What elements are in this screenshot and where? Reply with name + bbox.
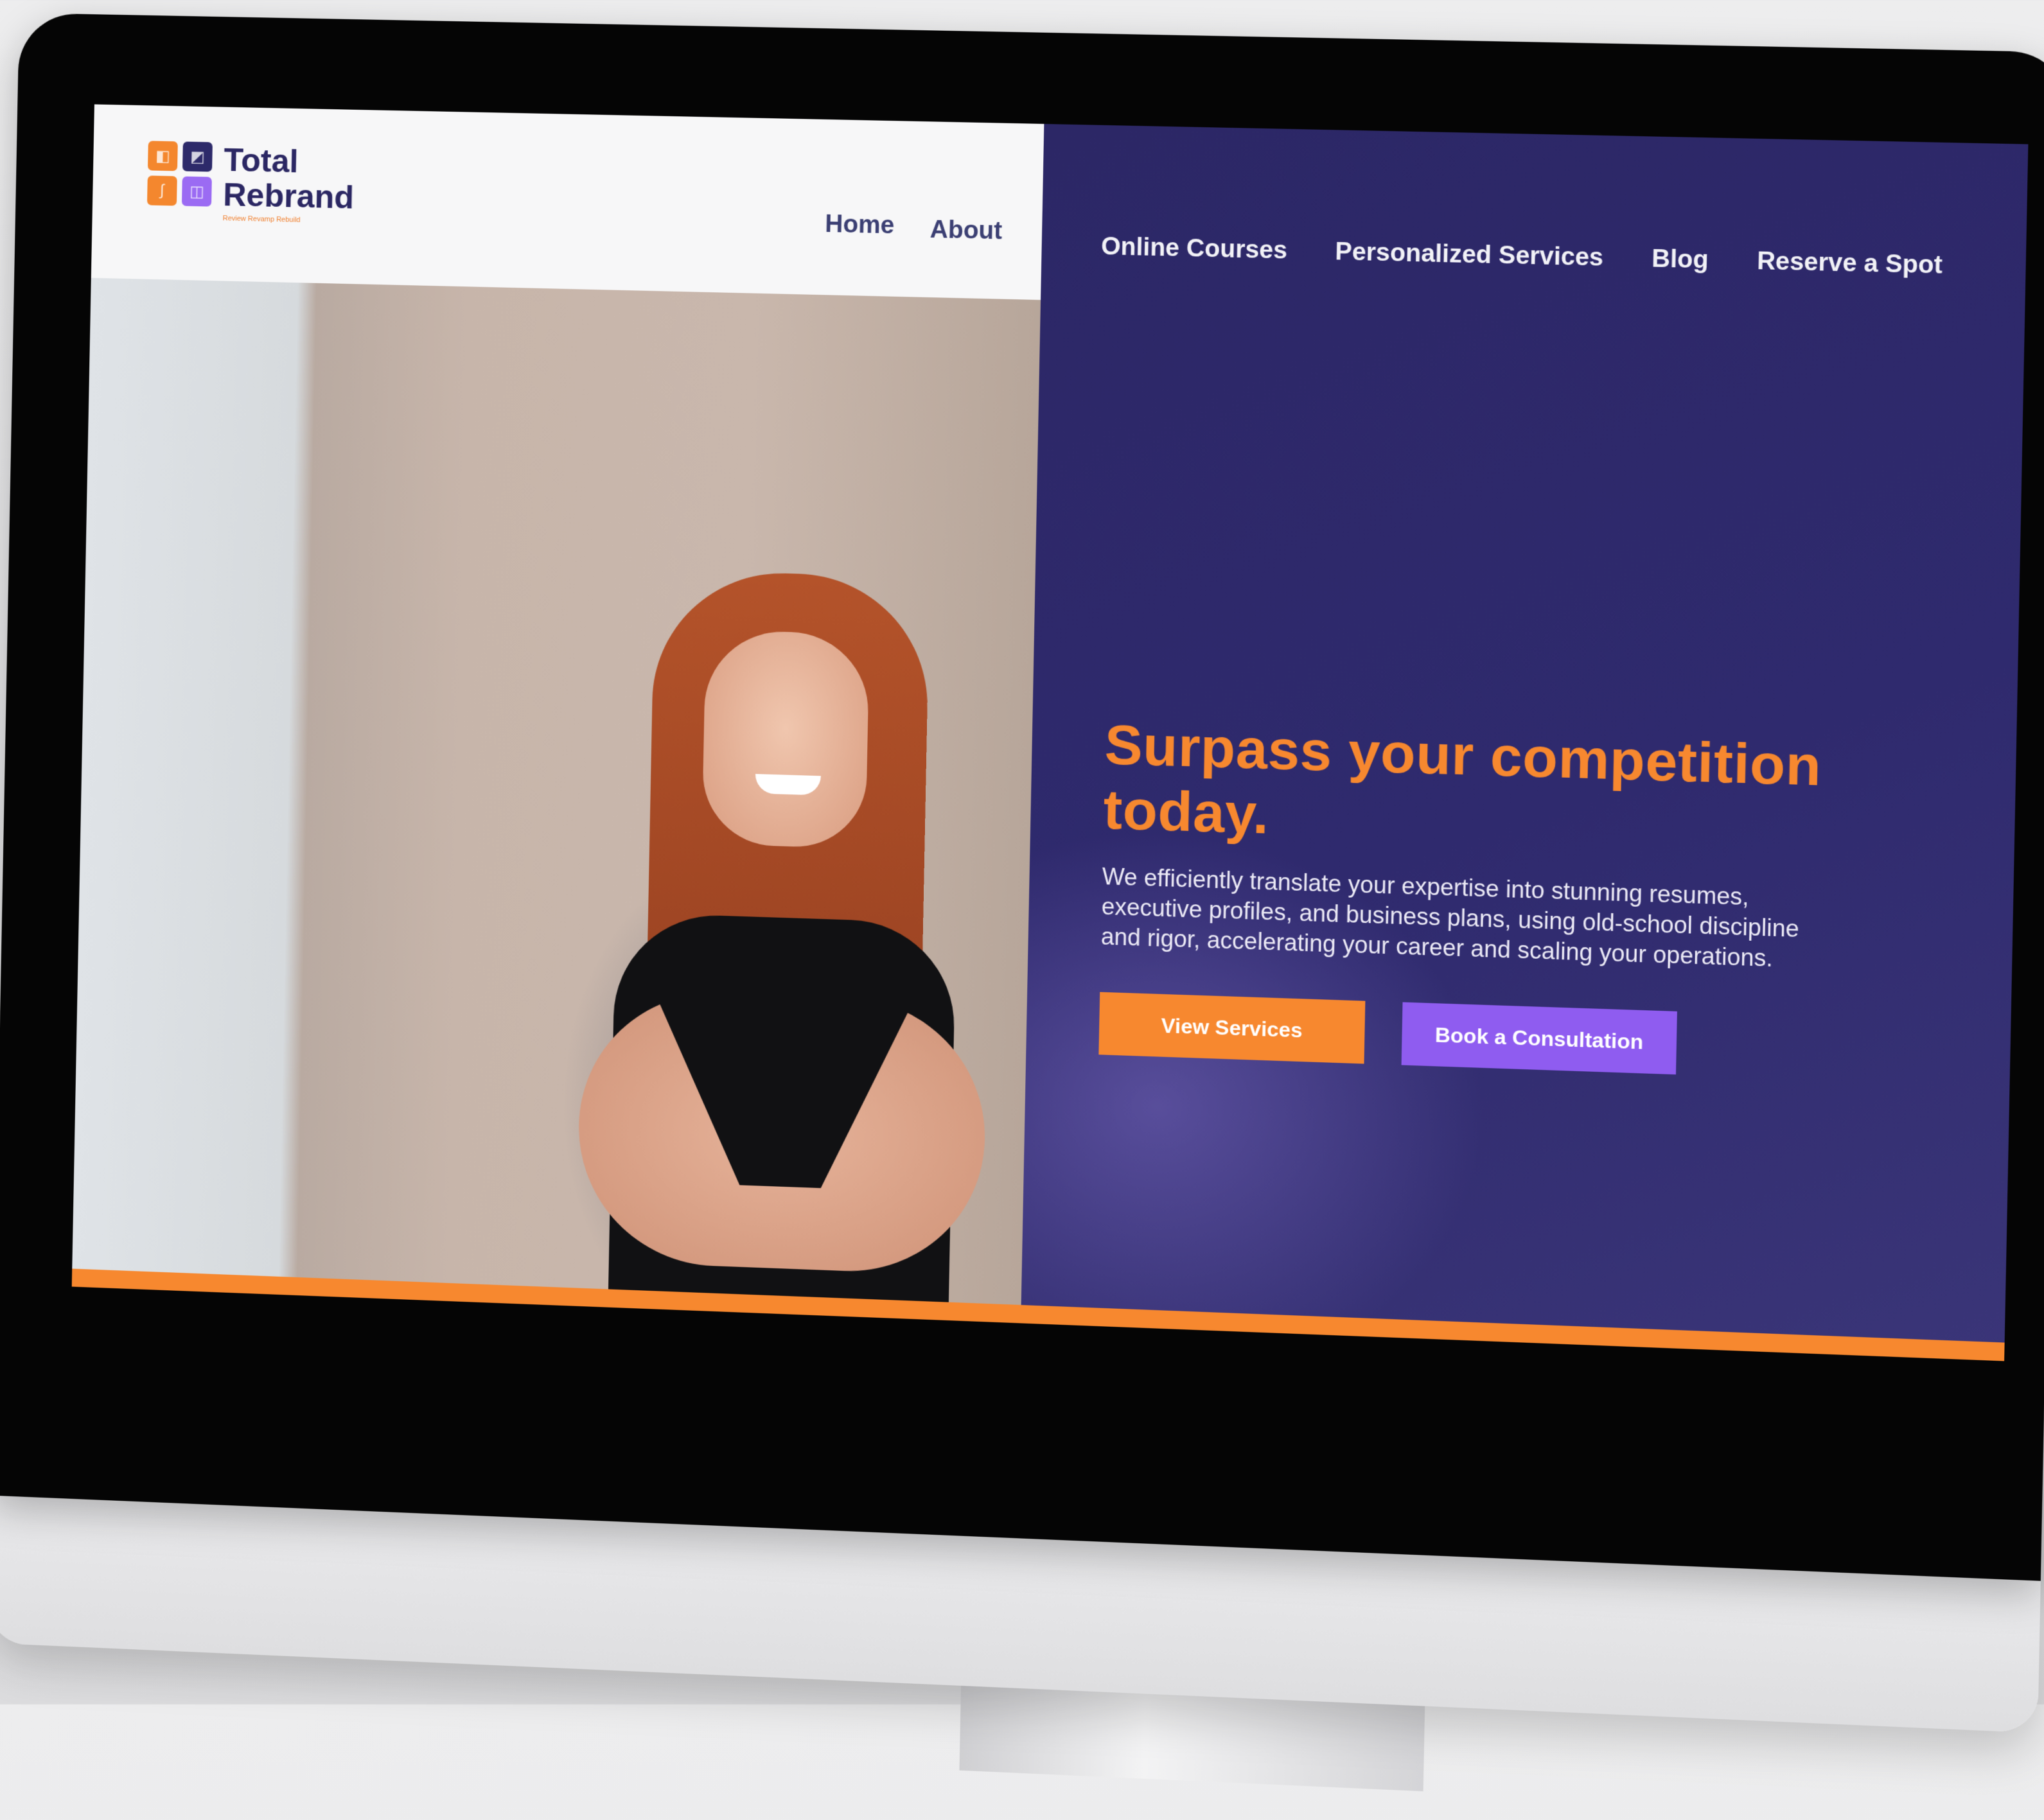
brand-tagline: Review Revamp Rebuild — [222, 214, 301, 224]
hero-left-panel: ◧ ◩ ∫ ◫ Total Rebrand Review Revamp Rebu… — [71, 104, 1044, 1361]
monitor: ◧ ◩ ∫ ◫ Total Rebrand Review Revamp Rebu… — [0, 13, 2044, 1792]
nav-blog[interactable]: Blog — [1652, 245, 1709, 275]
view-services-button[interactable]: View Services — [1098, 992, 1366, 1064]
hero-photo — [71, 277, 1041, 1361]
hero-content: Surpass your competition today. We effic… — [1098, 713, 1948, 1084]
brand-line1: Total — [223, 141, 299, 180]
nav-reserve-a-spot[interactable]: Reserve a Spot — [1757, 247, 1943, 280]
website-screen: ◧ ◩ ∫ ◫ Total Rebrand Review Revamp Rebu… — [71, 104, 2029, 1361]
hero-title: Surpass your competition today. — [1102, 713, 1822, 846]
logo-wordmark: Total Rebrand Review Revamp Rebuild — [222, 141, 355, 227]
hero-description: We efficiently translate your expertise … — [1100, 862, 1800, 972]
nav-about[interactable]: About — [929, 216, 1002, 245]
site-header: ◧ ◩ ∫ ◫ Total Rebrand Review Revamp Rebu… — [91, 104, 1044, 301]
logo-mark: ◧ ◩ ∫ ◫ — [146, 141, 213, 207]
logo-tile-icon: ◩ — [182, 141, 213, 172]
brand-logo[interactable]: ◧ ◩ ∫ ◫ Total Rebrand Review Revamp Rebu… — [146, 141, 355, 226]
main-nav: Online Courses Personalized Services Blo… — [1101, 233, 1943, 280]
person-face — [701, 629, 870, 849]
hero-buttons: View Services Book a Consultation — [1098, 992, 1943, 1084]
book-consultation-button[interactable]: Book a Consultation — [1401, 1002, 1677, 1075]
logo-tile-icon: ◫ — [181, 176, 212, 207]
logo-tile-icon: ◧ — [147, 141, 178, 171]
nav-online-courses[interactable]: Online Courses — [1101, 233, 1288, 265]
nav-personalized-services[interactable]: Personalized Services — [1335, 238, 1603, 272]
nav-home[interactable]: Home — [825, 211, 895, 240]
brand-line2: Rebrand — [222, 176, 355, 216]
logo-tile-icon: ∫ — [146, 175, 177, 206]
hero-right-panel: Online Courses Personalized Services Blo… — [1021, 123, 2029, 1361]
